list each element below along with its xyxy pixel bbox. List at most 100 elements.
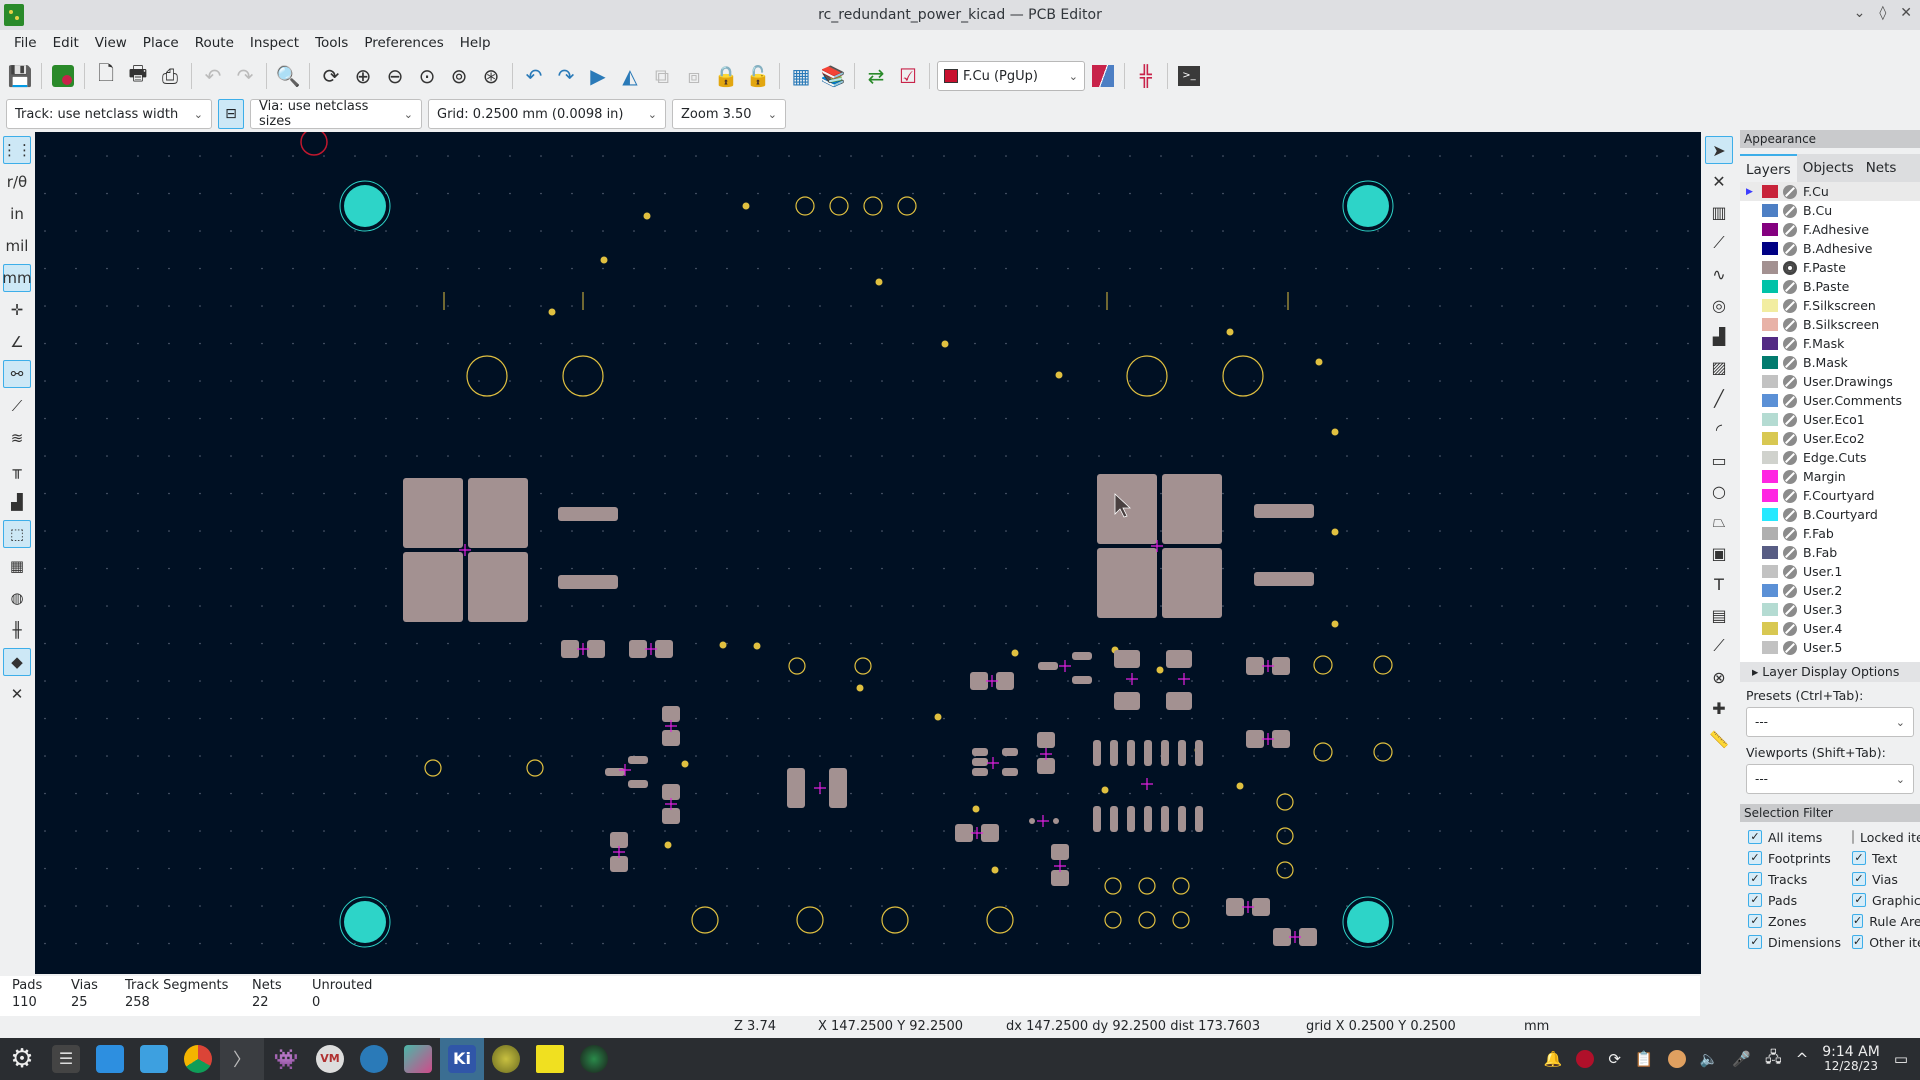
draw-arc-icon[interactable]: ◜ <box>1705 415 1733 443</box>
layer-row[interactable]: User.2 <box>1740 581 1920 600</box>
layer-row[interactable]: Margin <box>1740 467 1920 486</box>
layer-color-swatch[interactable] <box>1762 204 1778 217</box>
layer-row[interactable]: B.Courtyard <box>1740 505 1920 524</box>
group-icon[interactable]: ⧉ <box>648 62 676 90</box>
layer-color-swatch[interactable] <box>1762 394 1778 407</box>
layer-visibility-icon[interactable] <box>1783 545 1797 560</box>
notifications-icon[interactable]: 🔔 <box>1544 1050 1563 1068</box>
update-pcb-icon[interactable]: ⇄ <box>862 62 890 90</box>
grid-origin-icon[interactable]: ∠ <box>3 328 31 356</box>
select-icon[interactable]: ➤ <box>1705 136 1733 164</box>
layer-visibility-icon[interactable] <box>1783 507 1797 522</box>
layer-color-swatch[interactable] <box>1762 432 1778 445</box>
retro-game-icon[interactable]: 👾 <box>264 1038 308 1080</box>
layer-color-swatch[interactable] <box>1762 280 1778 293</box>
scripting-icon[interactable]: ╬ <box>1132 62 1160 90</box>
layer-visibility-icon[interactable] <box>1783 241 1797 256</box>
update-icon[interactable]: ⟳ <box>1608 1050 1621 1068</box>
print-icon[interactable]: 🖶 <box>124 61 152 90</box>
zoom-objects-icon[interactable]: ⊚ <box>445 62 473 90</box>
show-desktop-icon[interactable]: ▭ <box>1894 1050 1908 1068</box>
filter-dimensions-checkbox[interactable]: ✓ Dimensions <box>1748 933 1852 951</box>
network-icon[interactable]: 🖧 <box>1765 1047 1782 1072</box>
active-layer-select[interactable]: F.Cu (PgUp) ⌄ <box>937 61 1085 91</box>
volume-icon[interactable]: 🔈 <box>1700 1050 1719 1068</box>
layer-visibility-icon[interactable] <box>1783 203 1797 218</box>
layer-color-swatch[interactable] <box>1762 223 1778 236</box>
tab-nets[interactable]: Nets <box>1860 154 1903 182</box>
auto-track-width-toggle[interactable]: ⊟ <box>218 99 244 129</box>
pcb-drawing[interactable] <box>35 132 1701 974</box>
layer-row[interactable]: B.Silkscreen <box>1740 315 1920 334</box>
delete-tool-icon[interactable]: ⊗ <box>1705 663 1733 691</box>
presets-select[interactable]: --- ⌄ <box>1746 707 1914 737</box>
layer-visibility-icon[interactable] <box>1783 393 1797 408</box>
layer-row[interactable]: User.Drawings <box>1740 372 1920 391</box>
layer-row[interactable]: F.Paste <box>1740 258 1920 277</box>
maximize-button[interactable]: ◊ <box>1879 5 1886 21</box>
appearance-panel-icon[interactable]: ◆ <box>3 648 31 676</box>
add-textbox-icon[interactable]: ▤ <box>1705 601 1733 629</box>
redo-icon[interactable]: ↷ <box>231 62 259 90</box>
board-setup-icon[interactable] <box>49 62 77 90</box>
menu-place[interactable]: Place <box>135 35 187 51</box>
layer-visibility-icon[interactable] <box>1783 184 1797 199</box>
layer-color-swatch[interactable] <box>1762 622 1778 635</box>
grid-toggle-icon[interactable]: ⋮⋮ <box>2 136 32 164</box>
layer-row[interactable]: B.Fab <box>1740 543 1920 562</box>
layer-visibility-icon[interactable] <box>1783 317 1797 332</box>
layer-row[interactable]: User.4 <box>1740 619 1920 638</box>
draw-rectangle-icon[interactable]: ▭ <box>1705 446 1733 474</box>
layer-row[interactable]: F.Silkscreen <box>1740 296 1920 315</box>
layer-row[interactable]: B.Paste <box>1740 277 1920 296</box>
layer-visibility-icon[interactable] <box>1783 488 1797 503</box>
layer-pair-icon[interactable] <box>1089 62 1117 90</box>
filter-text-checkbox[interactable]: ✓ Text <box>1852 849 1920 867</box>
menu-file[interactable]: File <box>6 35 45 51</box>
zone-display-icon[interactable]: ⬚ <box>3 520 31 548</box>
clock[interactable]: 9:14 AM 12/28/23 <box>1822 1045 1880 1073</box>
layer-row[interactable]: ▶ F.Cu <box>1740 182 1920 201</box>
local-ratsnest-icon[interactable]: ✕ <box>1705 167 1733 195</box>
layer-color-swatch[interactable] <box>1762 451 1778 464</box>
system-settings-icon[interactable]: ☰ <box>44 1038 88 1080</box>
rule-area-icon[interactable]: ▨ <box>1705 353 1733 381</box>
layer-color-swatch[interactable] <box>1762 641 1778 654</box>
discover-store-icon[interactable] <box>88 1038 132 1080</box>
layer-list[interactable]: ▶ F.Cu B.Cu F.Adhesive B.Adhesive F.Paste B.Pa… <box>1740 182 1920 662</box>
layer-visibility-icon[interactable] <box>1783 355 1797 370</box>
layer-color-swatch[interactable] <box>1762 337 1778 350</box>
rotate-ccw-icon[interactable]: ↶ <box>520 62 548 90</box>
draw-polygon-icon[interactable]: ⏢ <box>1705 508 1733 536</box>
app-launcher-icon[interactable]: ⚙ <box>0 1038 44 1080</box>
unlock-icon[interactable]: 🔓 <box>744 62 772 90</box>
layer-row[interactable]: User.Eco1 <box>1740 410 1920 429</box>
add-via-icon[interactable]: ◎ <box>1705 291 1733 319</box>
file-manager-icon[interactable] <box>132 1038 176 1080</box>
filter-zones-checkbox[interactable]: ✓ Zones <box>1748 912 1852 930</box>
steam-icon[interactable] <box>352 1038 396 1080</box>
find-icon[interactable]: 🔍 <box>274 62 302 90</box>
track-display-icon[interactable]: ≋ <box>3 424 31 452</box>
filter-tracks-checkbox[interactable]: ✓ Tracks <box>1748 870 1852 888</box>
updates-available-icon[interactable] <box>1667 1050 1686 1068</box>
python-console-icon[interactable]: >_ <box>1175 62 1203 90</box>
camera-app-icon[interactable] <box>572 1038 616 1080</box>
filter-footprints-checkbox[interactable]: ✓ Footprints <box>1748 849 1852 867</box>
layer-color-swatch[interactable] <box>1762 546 1778 559</box>
layer-row[interactable]: User.5 <box>1740 638 1920 657</box>
filter-rule-areas-checkbox[interactable]: ✓Rule Areas <box>1852 912 1920 930</box>
add-text-icon[interactable]: T <box>1705 570 1733 598</box>
place-origin-icon[interactable]: ✚ <box>1705 694 1733 722</box>
layer-row[interactable]: F.Mask <box>1740 334 1920 353</box>
layer-row[interactable]: B.Cu <box>1740 201 1920 220</box>
undo-icon[interactable]: ↶ <box>199 62 227 90</box>
track-width-select[interactable]: Track: use netclass width ⌄ <box>6 99 212 129</box>
layer-row[interactable]: User.1 <box>1740 562 1920 581</box>
rotate-cw-icon[interactable]: ↷ <box>552 62 580 90</box>
filter-other-items-checkbox[interactable]: ✓Other items <box>1852 933 1920 951</box>
flip-icon[interactable]: ▶ <box>584 62 612 90</box>
save-icon[interactable]: 💾 <box>6 62 34 90</box>
polar-coords-icon[interactable]: r/θ <box>3 168 31 196</box>
layer-visibility-icon[interactable] <box>1783 450 1797 465</box>
